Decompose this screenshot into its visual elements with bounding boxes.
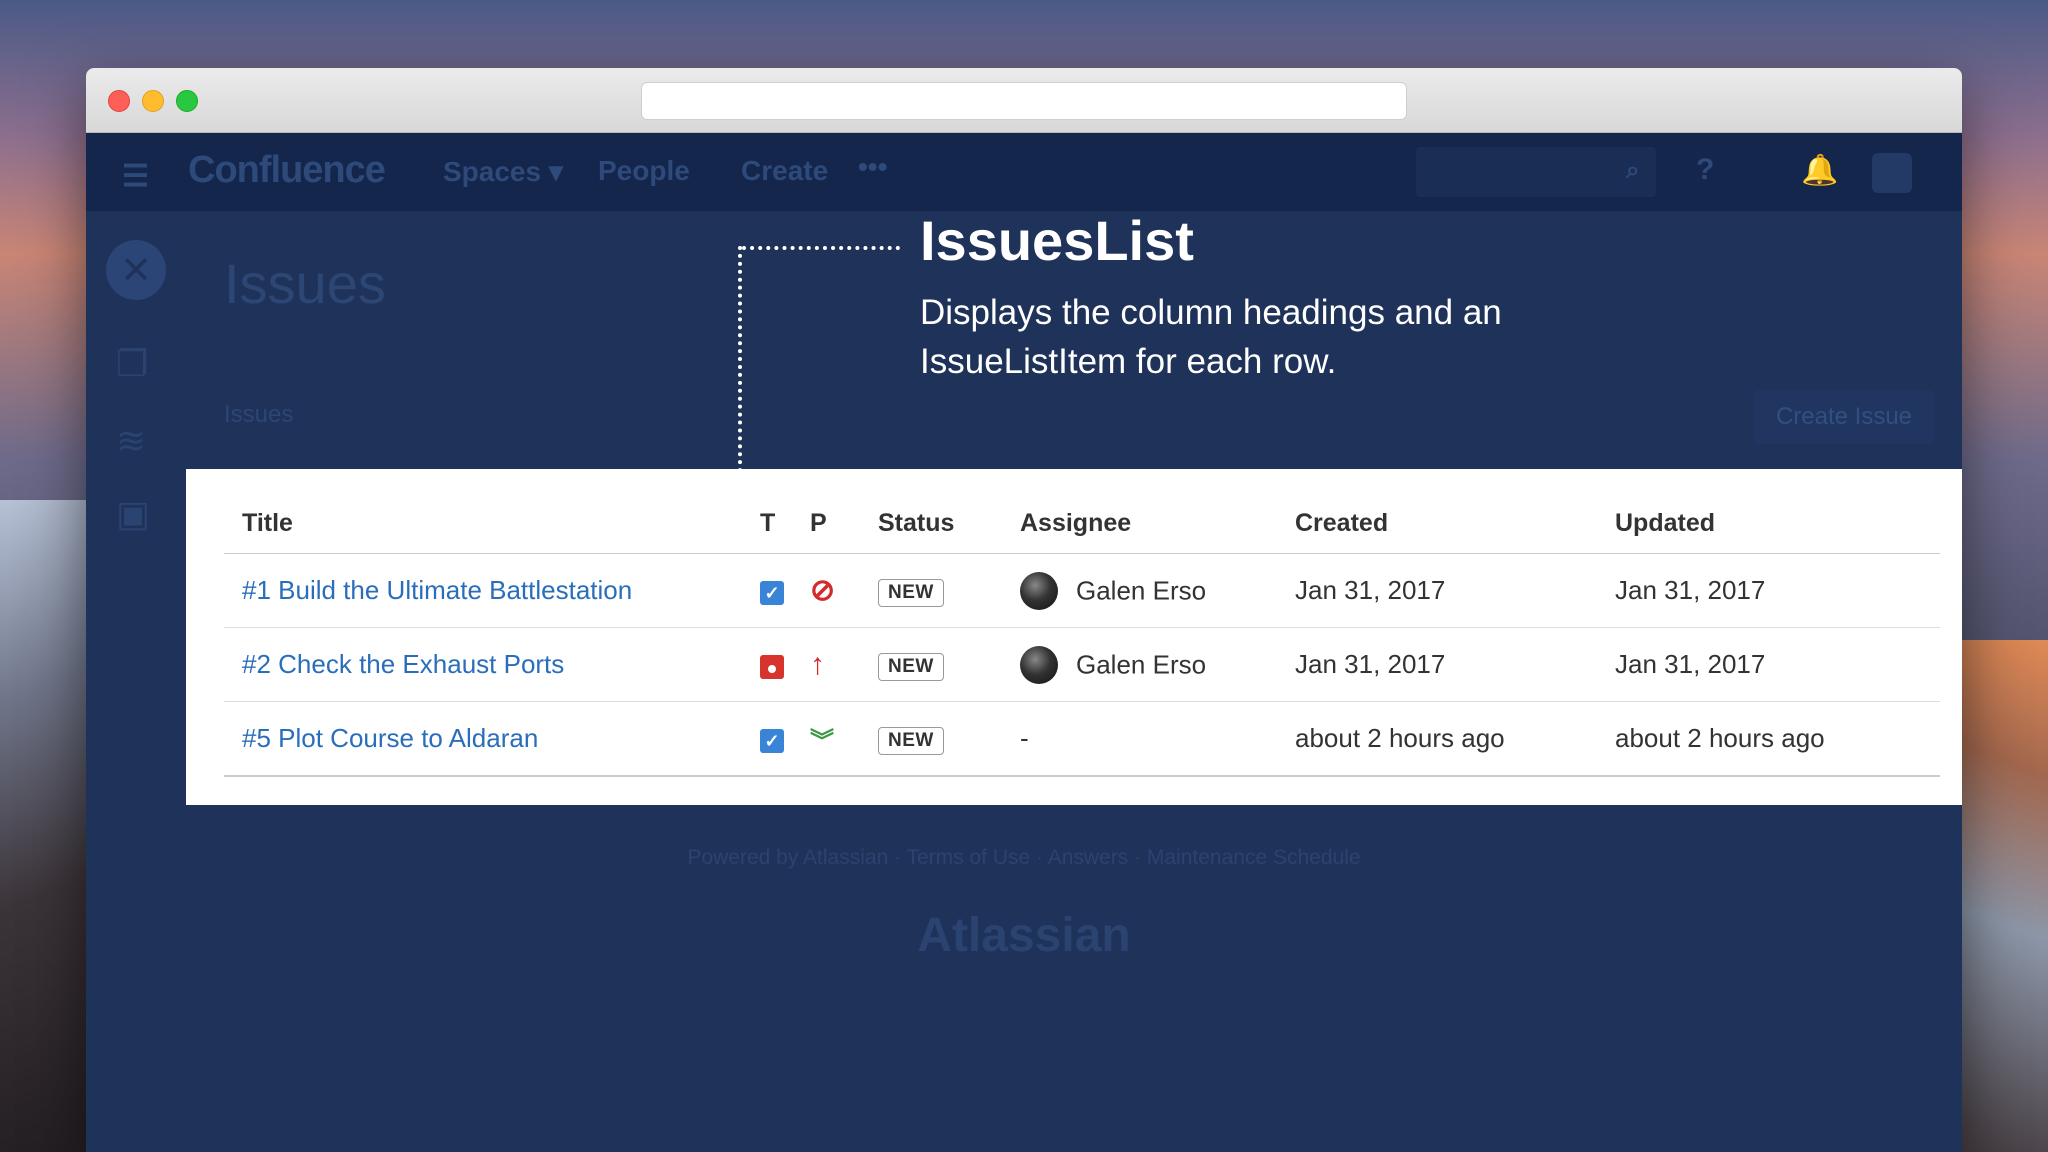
assignee-name: -: [1002, 701, 1277, 777]
create-issue-button[interactable]: Create Issue: [1754, 390, 1934, 444]
updated-date: Jan 31, 2017: [1597, 553, 1940, 628]
column-header-type[interactable]: T: [742, 493, 792, 554]
issue-title-link[interactable]: #2 Check the Exhaust Ports: [242, 649, 564, 679]
desktop-wallpaper-right: [1953, 640, 2048, 1152]
confluence-navbar: ☰ Confluence Spaces ▾ People Create ••• …: [86, 133, 1962, 211]
page-title: Issues: [224, 252, 386, 315]
table-header-row: Title T P Status Assignee Created Update…: [224, 493, 1940, 554]
menu-icon[interactable]: ☰: [122, 159, 149, 194]
created-date: Jan 31, 2017: [1277, 627, 1597, 702]
status-badge: NEW: [878, 579, 944, 607]
search-icon[interactable]: ⌕: [1626, 157, 1639, 185]
more-icon[interactable]: •••: [858, 151, 887, 183]
column-header-status[interactable]: Status: [860, 493, 1002, 554]
task-type-icon: ✓: [760, 581, 784, 605]
atlassian-logo: Atlassian: [917, 909, 1131, 962]
callout-connector-horizontal: [742, 246, 900, 250]
table-row: #5 Plot Course to Aldaran ✓ ︾ NEW - abou…: [224, 701, 1940, 777]
issues-list-panel: Title T P Status Assignee Created Update…: [186, 469, 1962, 805]
updated-date: Jan 31, 2017: [1597, 627, 1940, 702]
assignee-avatar: [1020, 571, 1058, 610]
issue-title-link[interactable]: #1 Build the Ultimate Battlestation: [242, 575, 632, 605]
callout-description: Displays the column headings and an Issu…: [920, 293, 1502, 381]
space-logo-icon[interactable]: ✕: [106, 240, 166, 300]
status-badge: NEW: [878, 653, 944, 681]
nav-create[interactable]: Create: [741, 155, 828, 187]
updated-date: about 2 hours ago: [1597, 701, 1940, 777]
column-header-title[interactable]: Title: [224, 493, 742, 554]
column-header-updated[interactable]: Updated: [1597, 493, 1940, 554]
issues-table: Title T P Status Assignee Created Update…: [224, 493, 1940, 777]
table-row: #2 Check the Exhaust Ports ↑ NEW Galen E…: [224, 627, 1940, 702]
created-date: Jan 31, 2017: [1277, 553, 1597, 628]
table-row: #1 Build the Ultimate Battlestation ✓ ⊘ …: [224, 553, 1940, 628]
priority-blocker-icon: ⊘: [810, 574, 836, 607]
window-titlebar: [86, 68, 1962, 133]
address-bar[interactable]: [641, 82, 1407, 120]
priority-low-icon: ︾: [810, 728, 834, 755]
column-header-priority[interactable]: P: [792, 493, 860, 554]
bug-type-icon: [760, 655, 784, 679]
assignee-name: Galen Erso: [1076, 649, 1207, 679]
callout-title: IssuesList: [920, 209, 1194, 272]
minimize-window-button[interactable]: [142, 90, 164, 112]
assignee-name: Galen Erso: [1076, 575, 1207, 605]
close-window-button[interactable]: [108, 90, 130, 112]
nav-people[interactable]: People: [598, 155, 690, 187]
confluence-logo[interactable]: Confluence: [188, 149, 386, 192]
section-label: Issues: [224, 401, 294, 428]
footer-links[interactable]: Powered by Atlassian · Terms of Use · An…: [86, 846, 1962, 870]
assignee-avatar: [1020, 645, 1058, 684]
status-badge: NEW: [878, 727, 944, 755]
priority-high-icon: ↑: [810, 647, 825, 681]
task-type-icon: ✓: [760, 729, 784, 753]
notifications-icon[interactable]: 🔔: [1801, 153, 1838, 188]
zoom-window-button[interactable]: [176, 90, 198, 112]
desktop-wallpaper-left: [0, 500, 90, 1152]
help-icon[interactable]: ?: [1696, 153, 1714, 187]
issue-title-link[interactable]: #5 Plot Course to Aldaran: [242, 723, 538, 753]
pages-icon[interactable]: ❐: [116, 343, 148, 385]
user-avatar[interactable]: [1872, 153, 1912, 193]
search-input[interactable]: [1416, 147, 1656, 197]
column-header-created[interactable]: Created: [1277, 493, 1597, 554]
created-date: about 2 hours ago: [1277, 701, 1597, 777]
nav-spaces[interactable]: Spaces ▾: [443, 155, 563, 188]
column-header-assignee[interactable]: Assignee: [1002, 493, 1277, 554]
feed-icon[interactable]: ≋: [116, 420, 146, 462]
addon-icon[interactable]: ▣: [116, 493, 150, 535]
browser-window: ☰ Confluence Spaces ▾ People Create ••• …: [86, 68, 1962, 1152]
